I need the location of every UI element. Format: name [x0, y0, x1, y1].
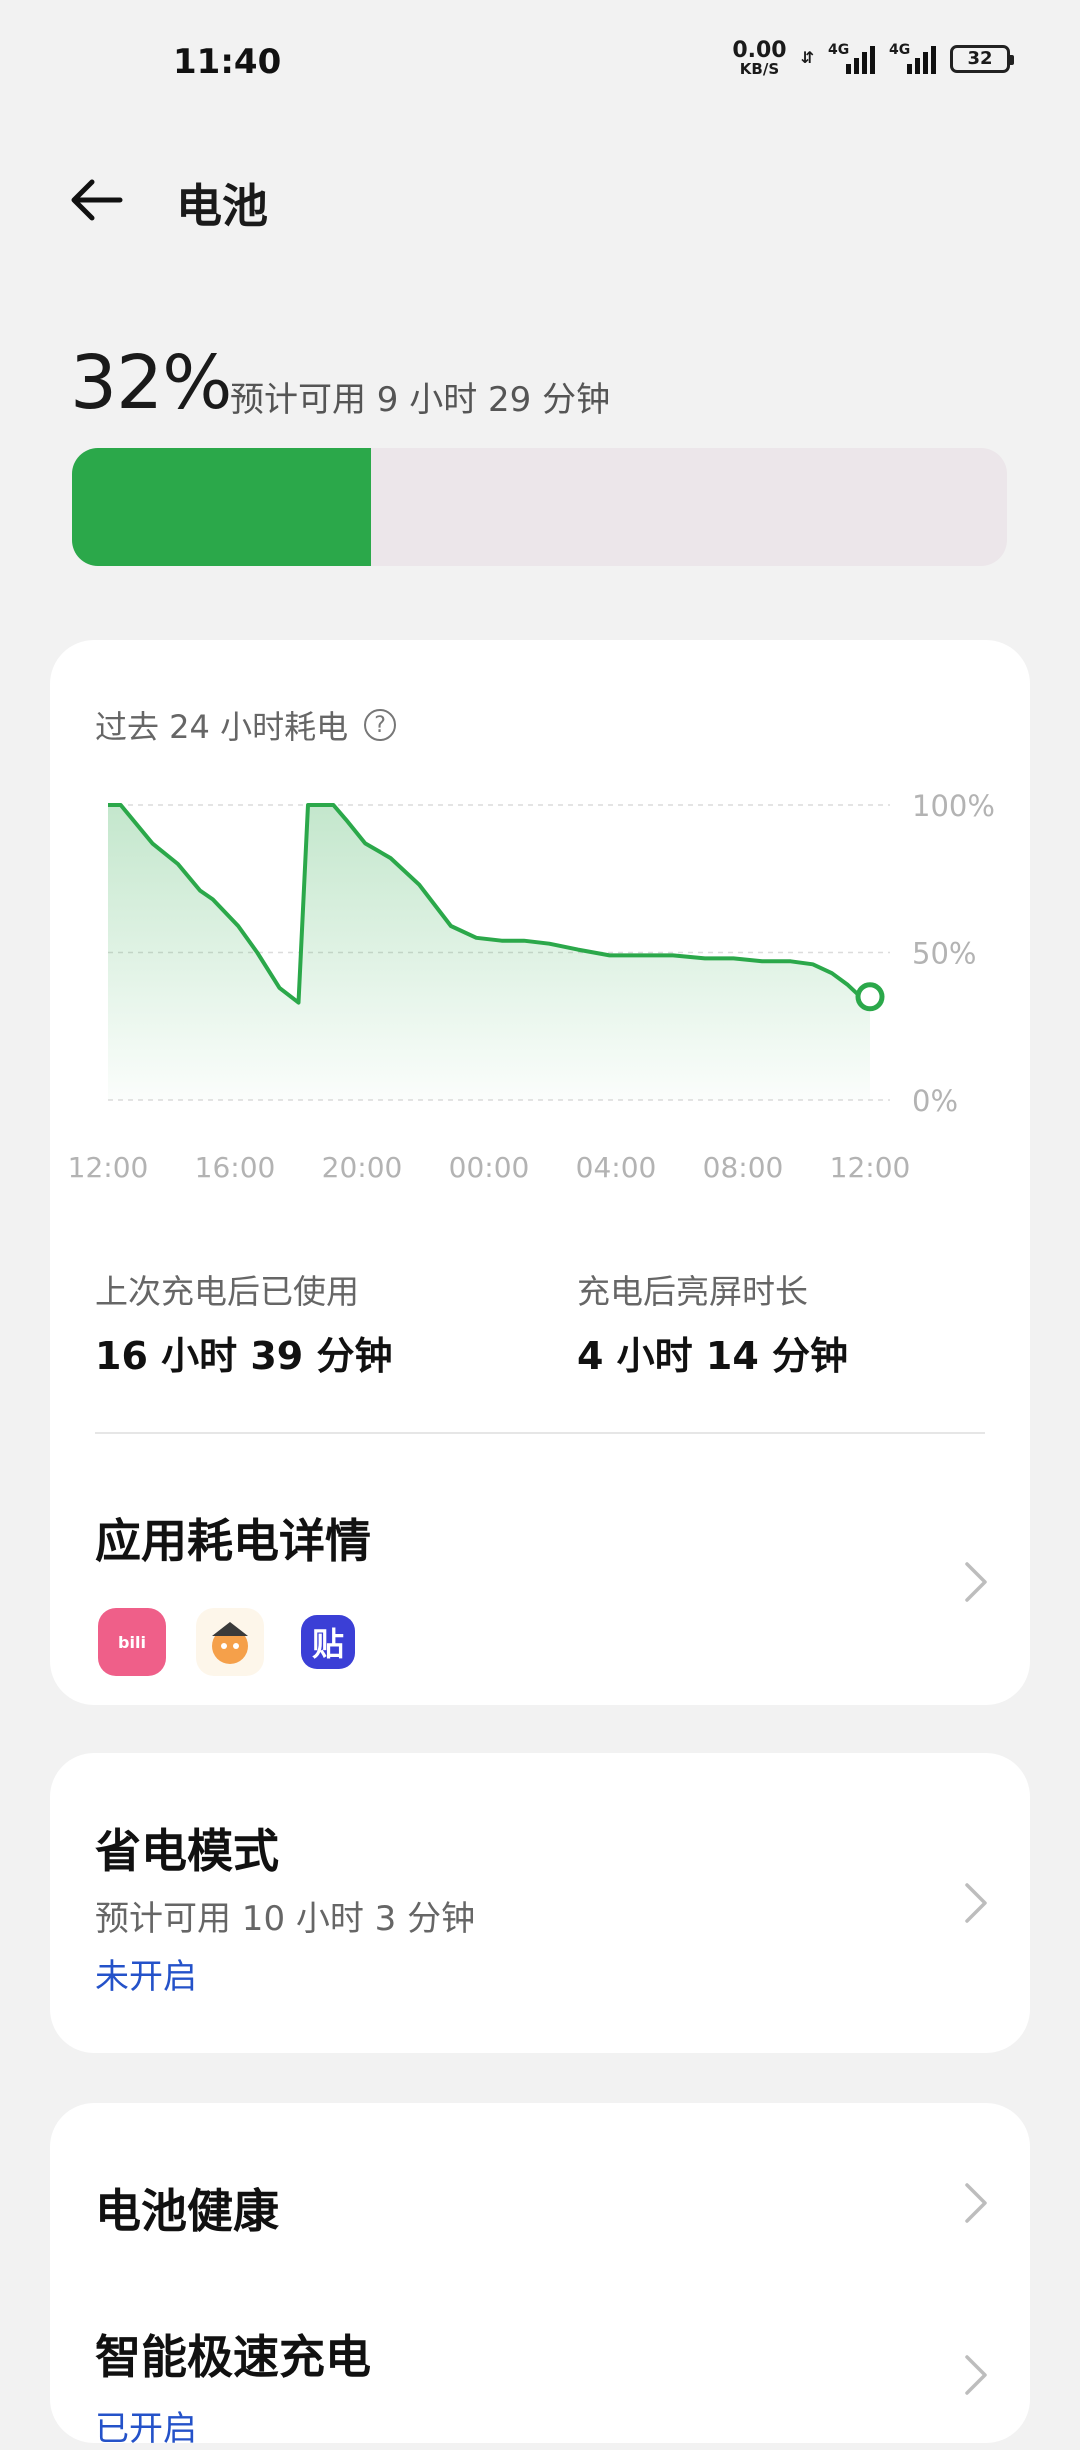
signal-sim1-icon: 4G [828, 41, 875, 74]
chevron-right-icon [965, 1562, 987, 1602]
status-time: 11:40 [173, 42, 282, 82]
since-charge-label: 上次充电后已使用 [95, 1272, 359, 1311]
bilibili-icon: bili [98, 1608, 166, 1676]
chevron-right-icon [965, 1883, 987, 1923]
battery-health-title: 电池健康 [95, 2184, 279, 2238]
app-icons: bili 贴 [98, 1608, 362, 1676]
x-tick-label: 12:00 [68, 1151, 149, 1184]
usage-card: 过去 24 小时耗电 ? 100% 50% 0% 12:00 16:00 20:00 00… [50, 640, 1030, 1705]
y-tick-label: 50% [912, 937, 976, 971]
back-button[interactable] [66, 175, 126, 225]
tieba-icon: 贴 [294, 1608, 362, 1676]
power-saving-title: 省电模式 [95, 1824, 279, 1878]
chevron-right-icon [965, 2183, 987, 2223]
x-tick-label: 16:00 [195, 1151, 276, 1184]
y-tick-label: 100% [912, 789, 995, 823]
chart-header: 过去 24 小时耗电 ? [95, 702, 397, 748]
battery-settings-card: 电池健康 智能极速充电 已开启 [50, 2103, 1030, 2449]
battery-percent: 32% [70, 340, 232, 426]
power-saving-card[interactable]: 省电模式 预计可用 10 小时 3 分钟 未开启 [50, 1753, 1030, 2053]
x-tick-label: 12:00 [830, 1151, 911, 1184]
battery-usage-chart: 100% 50% 0% 12:00 16:00 20:00 00:00 04:00 08:00… [68, 789, 995, 1184]
screen-on-value: 4 小时 14 分钟 [577, 1334, 849, 1378]
battery-icon: 32 [950, 44, 1014, 73]
net-speed-unit: KB/S [739, 60, 780, 78]
cartoon-character-icon [196, 1608, 264, 1676]
usage-area [108, 805, 870, 1100]
current-level-point [855, 982, 885, 1012]
back-arrow-icon [71, 179, 123, 221]
net-speed-value: 0.00 [732, 38, 787, 63]
power-saving-subtitle: 预计可用 10 小时 3 分钟 [95, 1899, 476, 1939]
smart-charging-row[interactable]: 智能极速充电 已开启 [50, 2253, 1030, 2449]
divider [95, 1432, 985, 1434]
x-tick-label: 00:00 [449, 1151, 530, 1184]
app-usage-row[interactable]: 应用耗电详情 bili 贴 [50, 1440, 1030, 1705]
data-arrows-icon: ⇵ [800, 48, 814, 68]
net-speed: 0.00 KB/S [732, 40, 786, 77]
x-tick-label: 08:00 [703, 1151, 784, 1184]
y-tick-label: 0% [912, 1084, 958, 1118]
battery-health-row[interactable]: 电池健康 [50, 2103, 1030, 2253]
screen-on-label: 充电后亮屏时长 [577, 1272, 808, 1311]
smart-charging-title: 智能极速充电 [95, 2330, 371, 2384]
since-charge-value: 16 小时 39 分钟 [95, 1334, 393, 1378]
remaining-time: 预计可用 9 小时 29 分钟 [230, 380, 611, 420]
x-tick-label: 04:00 [576, 1151, 657, 1184]
status-icons: 0.00 KB/S ⇵ 4G 4G 32 [732, 40, 1014, 77]
x-tick-label: 20:00 [322, 1151, 403, 1184]
battery-level: 32 [967, 48, 993, 69]
chevron-right-icon [965, 2355, 987, 2395]
sim2-network-type: 4G [889, 41, 911, 58]
page-title: 电池 [176, 179, 268, 233]
help-icon[interactable]: ? [364, 709, 397, 741]
sim1-network-type: 4G [828, 41, 850, 58]
app-usage-title: 应用耗电详情 [95, 1514, 371, 1568]
smart-charging-status: 已开启 [95, 2409, 197, 2449]
signal-sim2-icon: 4G [889, 41, 936, 74]
battery-level-fill [72, 448, 372, 566]
power-saving-status: 未开启 [95, 1957, 197, 1997]
chart-title: 过去 24 小时耗电 [95, 708, 349, 746]
battery-level-bar [72, 448, 1007, 566]
